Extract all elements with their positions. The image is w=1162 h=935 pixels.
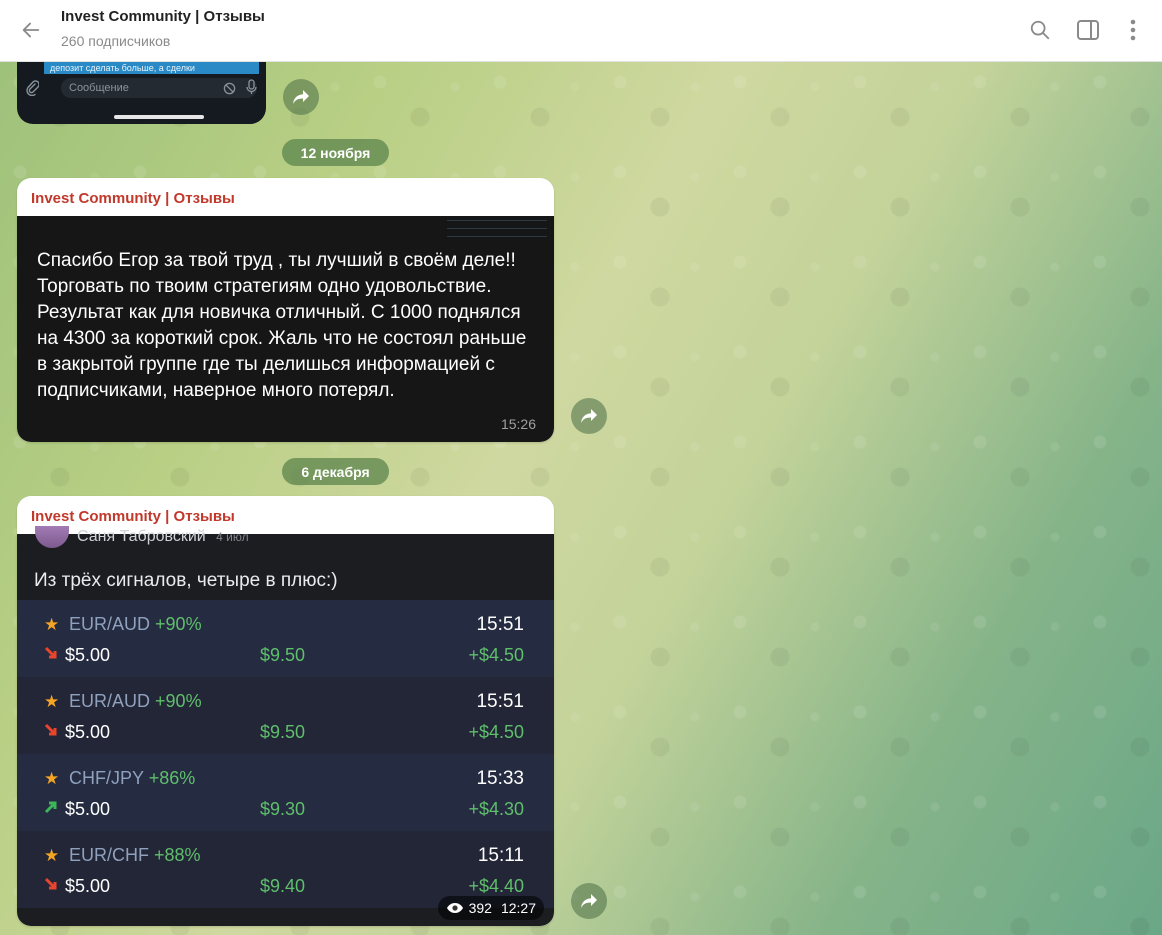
signal-payout: $9.50 xyxy=(260,722,306,742)
signal-profit: +$4.50 xyxy=(468,722,524,742)
star-icon: ★ xyxy=(44,769,60,788)
signal-time: 15:33 xyxy=(476,768,524,789)
signals-screenshot: Саня Табровский 4 июл Из трёх сигналов, … xyxy=(17,526,554,926)
signal-pair-name: CHF/JPY xyxy=(69,768,144,788)
review-text: Спасибо Егор за твой труд , ты лучший в … xyxy=(37,250,527,401)
previous-message-screenshot[interactable]: депозит сделать больше, а сделки Сообщен… xyxy=(17,62,266,124)
more-button[interactable] xyxy=(1117,14,1149,46)
signal-profit: +$4.50 xyxy=(468,645,524,665)
review-screenshot: Спасибо Егор за твой труд , ты лучший в … xyxy=(17,216,554,442)
signal-profit: +$4.30 xyxy=(468,799,524,819)
signal-percent: +90% xyxy=(155,614,202,634)
arrow-down-right-icon xyxy=(44,877,57,890)
message-time: 12:27 xyxy=(500,900,536,916)
chat-header: Invest Community | Отзывы 260 подписчико… xyxy=(0,0,1162,62)
arrow-down-right-icon xyxy=(44,646,57,659)
arrow-down-right-icon xyxy=(44,723,57,736)
arrow-left-icon xyxy=(22,22,40,38)
eye-icon xyxy=(446,903,463,913)
date-separator: 6 декабря xyxy=(282,458,389,485)
message-sender[interactable]: Invest Community | Отзывы xyxy=(31,508,235,525)
view-count: 392 xyxy=(468,900,492,916)
signal-stake: $5.00 xyxy=(65,876,111,896)
timer-icon xyxy=(223,82,236,95)
screenshot-stats-table xyxy=(447,216,547,244)
screenshot-caption: Из трёх сигналов, четыре в плюс:) xyxy=(34,570,338,591)
signal-percent: +86% xyxy=(148,768,196,788)
channel-title[interactable]: Invest Community | Отзывы xyxy=(61,8,265,25)
message-time: 15:26 xyxy=(500,416,536,432)
signal-payout: $9.30 xyxy=(260,799,306,819)
back-button[interactable] xyxy=(14,13,48,47)
share-forward-icon xyxy=(581,409,597,423)
signal-pair-name: EUR/CHF xyxy=(69,845,149,865)
search-button[interactable] xyxy=(1024,14,1056,46)
star-icon: ★ xyxy=(44,846,60,865)
signal-time: 15:51 xyxy=(476,614,524,635)
signal-pair: EUR/AUD +90% xyxy=(69,614,202,635)
signal-row: ★ EUR/AUD +90% 15:51 $5.00 $9.50 +$4.50 xyxy=(17,600,554,677)
signal-pair: CHF/JPY +86% xyxy=(69,768,195,789)
signal-stake: $5.00 xyxy=(65,722,111,742)
signal-stake: $5.00 xyxy=(65,799,111,819)
share-button[interactable] xyxy=(571,398,607,434)
screenshot-author-date: 4 июл xyxy=(216,530,249,544)
star-icon: ★ xyxy=(44,615,60,634)
arrow-up-right-icon xyxy=(44,801,57,814)
more-vertical-icon xyxy=(1130,19,1136,41)
signal-pair-name: EUR/AUD xyxy=(69,614,151,634)
signal-time: 15:11 xyxy=(477,845,524,866)
sidebar-toggle-icon xyxy=(1077,20,1099,40)
microphone-icon xyxy=(246,79,257,94)
screenshot-author-name: Саня Табровский xyxy=(77,528,206,545)
signal-time: 15:51 xyxy=(476,691,524,712)
signal-percent: +88% xyxy=(154,845,201,865)
screenshot-author: Саня Табровский 4 июл xyxy=(77,528,249,546)
signal-payout: $9.40 xyxy=(260,876,306,896)
message-sender[interactable]: Invest Community | Отзывы xyxy=(31,190,235,207)
signal-row: ★ CHF/JPY +86% 15:33 $5.00 $9.30 +$4.30 xyxy=(17,754,554,831)
share-button[interactable] xyxy=(571,883,607,919)
paperclip-icon xyxy=(26,80,39,96)
date-separator: 12 ноября xyxy=(282,139,389,166)
avatar xyxy=(35,526,69,548)
home-indicator xyxy=(114,115,204,119)
signal-percent: +90% xyxy=(155,691,202,711)
search-icon xyxy=(1030,20,1050,40)
signal-profit: +$4.40 xyxy=(468,876,524,896)
share-button[interactable] xyxy=(283,79,319,115)
signal-pair: EUR/AUD +90% xyxy=(69,691,202,712)
signal-row: ★ EUR/AUD +90% 15:51 $5.00 $9.50 +$4.50 xyxy=(17,677,554,754)
signal-pair: EUR/CHF +88% xyxy=(69,845,201,866)
signal-stake: $5.00 xyxy=(65,645,111,665)
message-bubble[interactable]: Invest Community | Отзывы Спасибо Егор з… xyxy=(17,178,554,442)
signal-payout: $9.50 xyxy=(260,645,306,665)
signal-pair-name: EUR/AUD xyxy=(69,691,151,711)
star-icon: ★ xyxy=(44,692,60,711)
message-bubble[interactable]: Invest Community | Отзывы Саня Табровски… xyxy=(17,496,554,926)
message-meta: 392 12:27 xyxy=(437,896,544,920)
share-forward-icon xyxy=(581,894,597,908)
sidebar-toggle-button[interactable] xyxy=(1072,14,1104,46)
screenshot-message-strip: депозит сделать больше, а сделки xyxy=(44,62,259,74)
subscriber-count: 260 подписчиков xyxy=(61,33,171,49)
share-forward-icon xyxy=(293,90,309,104)
